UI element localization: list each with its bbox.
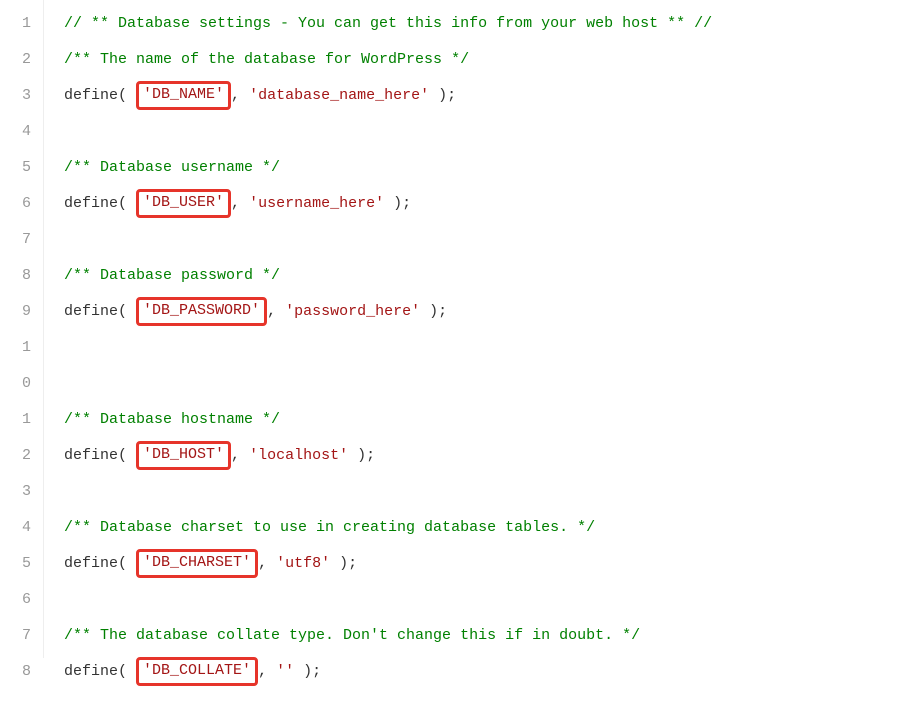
comma: , <box>231 447 249 464</box>
comment-text: /** The database collate type. Don't cha… <box>64 627 640 644</box>
code-line-blank <box>64 690 898 726</box>
highlight-db-host: 'DB_HOST' <box>136 441 231 470</box>
comma: , <box>258 555 276 572</box>
code-line: /** Database hostname */ <box>64 402 898 438</box>
code-content[interactable]: // ** Database settings - You can get th… <box>44 0 898 658</box>
paren: ( <box>118 87 136 104</box>
comment-text: /** Database password */ <box>64 267 280 284</box>
fn-name: define <box>64 555 118 572</box>
code-line-blank <box>64 222 898 258</box>
line-number: 6 <box>8 186 31 222</box>
paren: ); <box>294 663 321 680</box>
line-number: 3 <box>8 78 31 114</box>
define-key: 'DB_NAME' <box>143 86 224 103</box>
paren: ( <box>118 195 136 212</box>
code-line-blank <box>64 474 898 510</box>
comment-text: /** Database hostname */ <box>64 411 280 428</box>
define-value: 'username_here' <box>249 195 384 212</box>
define-key: 'DB_HOST' <box>143 446 224 463</box>
paren: ); <box>348 447 375 464</box>
code-editor: 1 2 3 4 5 6 7 8 9 1 0 1 2 3 4 5 6 7 8 //… <box>0 0 898 658</box>
code-line: /** The name of the database for WordPre… <box>64 42 898 78</box>
paren: ); <box>420 303 447 320</box>
comma: , <box>231 87 249 104</box>
comment-text: // ** Database settings - You can get th… <box>64 15 712 32</box>
line-number: 1 <box>8 402 31 438</box>
line-number: 7 <box>8 222 31 258</box>
code-line: define( 'DB_USER', 'username_here' ); <box>64 186 898 222</box>
line-number: 2 <box>8 42 31 78</box>
comment-text: /** Database username */ <box>64 159 280 176</box>
line-number: 3 <box>8 474 31 510</box>
highlight-db-collate: 'DB_COLLATE' <box>136 657 258 686</box>
code-line: define( 'DB_NAME', 'database_name_here' … <box>64 78 898 114</box>
line-number: 9 <box>8 294 31 330</box>
line-number: 4 <box>8 114 31 150</box>
paren: ); <box>429 87 456 104</box>
define-value: '' <box>276 663 294 680</box>
line-number: 1 <box>8 330 31 366</box>
define-key: 'DB_PASSWORD' <box>143 302 260 319</box>
line-number: 5 <box>8 546 31 582</box>
line-number: 0 <box>8 366 31 402</box>
fn-name: define <box>64 87 118 104</box>
code-line: define( 'DB_PASSWORD', 'password_here' )… <box>64 294 898 330</box>
line-number: 5 <box>8 150 31 186</box>
fn-name: define <box>64 663 118 680</box>
comment-text: /** Database charset to use in creating … <box>64 519 595 536</box>
code-line-blank <box>64 114 898 150</box>
define-value: 'password_here' <box>285 303 420 320</box>
paren: ); <box>384 195 411 212</box>
fn-name: define <box>64 447 118 464</box>
paren: ); <box>330 555 357 572</box>
line-number: 7 <box>8 618 31 654</box>
define-value: 'database_name_here' <box>249 87 429 104</box>
define-value: 'localhost' <box>249 447 348 464</box>
highlight-db-charset: 'DB_CHARSET' <box>136 549 258 578</box>
paren: ( <box>118 447 136 464</box>
code-line: define( 'DB_CHARSET', 'utf8' ); <box>64 546 898 582</box>
code-line: /** Database password */ <box>64 258 898 294</box>
define-key: 'DB_CHARSET' <box>143 554 251 571</box>
define-value: 'utf8' <box>276 555 330 572</box>
code-line-blank <box>64 330 898 366</box>
code-line: define( 'DB_HOST', 'localhost' ); <box>64 438 898 474</box>
code-line: /** The database collate type. Don't cha… <box>64 618 898 654</box>
paren: ( <box>118 555 136 572</box>
code-line: /** Database username */ <box>64 150 898 186</box>
define-key: 'DB_COLLATE' <box>143 662 251 679</box>
comma: , <box>267 303 285 320</box>
comma: , <box>258 663 276 680</box>
code-line: define( 'DB_COLLATE', '' ); <box>64 654 898 690</box>
highlight-db-name: 'DB_NAME' <box>136 81 231 110</box>
paren: ( <box>118 663 136 680</box>
line-number: 8 <box>8 258 31 294</box>
code-line-blank <box>64 366 898 402</box>
code-line: // ** Database settings - You can get th… <box>64 6 898 42</box>
fn-name: define <box>64 303 118 320</box>
code-line: /** Database charset to use in creating … <box>64 510 898 546</box>
comment-text: /** The name of the database for WordPre… <box>64 51 469 68</box>
line-number: 4 <box>8 510 31 546</box>
fn-name: define <box>64 195 118 212</box>
line-number: 6 <box>8 582 31 618</box>
highlight-db-password: 'DB_PASSWORD' <box>136 297 267 326</box>
line-number-gutter: 1 2 3 4 5 6 7 8 9 1 0 1 2 3 4 5 6 7 8 <box>0 0 44 658</box>
line-number: 1 <box>8 6 31 42</box>
highlight-db-user: 'DB_USER' <box>136 189 231 218</box>
comma: , <box>231 195 249 212</box>
paren: ( <box>118 303 136 320</box>
code-line-blank <box>64 582 898 618</box>
line-number: 8 <box>8 654 31 690</box>
line-number: 2 <box>8 438 31 474</box>
define-key: 'DB_USER' <box>143 194 224 211</box>
